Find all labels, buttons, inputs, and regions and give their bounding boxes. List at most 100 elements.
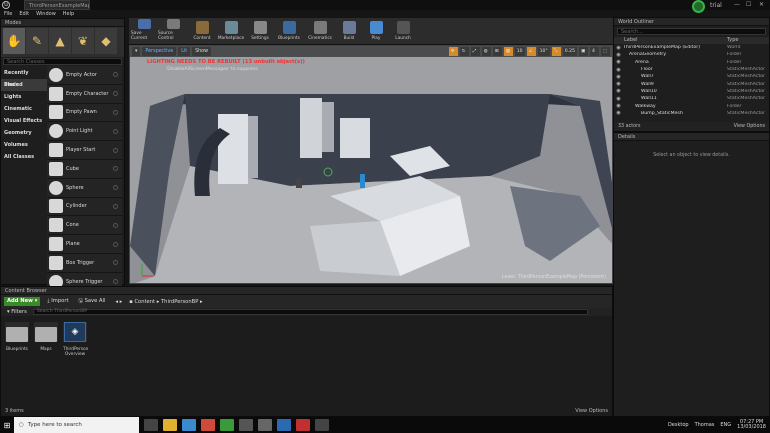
visibility-eye-icon[interactable]: ◉	[614, 110, 623, 116]
perspective-button[interactable]: Perspective	[142, 47, 177, 56]
minimize-button[interactable]: —	[734, 1, 740, 8]
add-new-button[interactable]: Add New ▾	[4, 297, 41, 306]
visibility-eye-icon[interactable]: ◉	[614, 96, 623, 102]
visibility-eye-icon[interactable]: ◉	[614, 52, 623, 58]
visibility-eye-icon[interactable]: ◉	[614, 45, 623, 51]
app-icon[interactable]	[258, 419, 272, 431]
help-icon[interactable]	[113, 91, 118, 97]
menu-edit[interactable]: Edit	[19, 10, 29, 18]
trial-badge-icon[interactable]	[692, 0, 705, 13]
marketplace-button[interactable]: Marketplace	[216, 19, 246, 43]
actor-item[interactable]: Cylinder	[47, 197, 122, 217]
menu-help[interactable]: Help	[63, 10, 74, 18]
outliner-row[interactable]: ◉ Floor StaticMeshActor	[614, 66, 769, 73]
import-button[interactable]: ⤓ Import	[44, 298, 71, 305]
show-button[interactable]: Show	[192, 47, 212, 56]
save-current-button[interactable]: Save Current	[131, 19, 157, 43]
app-icon[interactable]	[277, 419, 291, 431]
xbox-icon[interactable]	[220, 419, 234, 431]
outliner-row[interactable]: ◉ ArenaGeometry Folder	[614, 51, 769, 58]
task-view-icon[interactable]	[144, 419, 158, 431]
level-tab[interactable]: ThirdPersonExampleMap	[24, 0, 90, 10]
help-icon[interactable]	[113, 260, 118, 266]
camera-speed-icon[interactable]: ▣	[579, 47, 588, 56]
asset-item-overview[interactable]: ◈ ThirdPerson Overview	[63, 322, 88, 357]
help-icon[interactable]	[113, 147, 118, 153]
rotate-icon[interactable]: ↻	[459, 47, 469, 56]
maximize-viewport-icon[interactable]: ⬚	[601, 47, 610, 56]
scale-snap-value[interactable]: 0.25	[562, 47, 577, 56]
actor-item[interactable]: Cone	[47, 216, 122, 236]
type-column-header[interactable]: Type	[727, 37, 769, 44]
visibility-eye-icon[interactable]: ◉	[614, 67, 623, 73]
actor-item[interactable]: Empty Pawn	[47, 103, 122, 123]
outliner-row[interactable]: ◉ ThirdPersonExampleMap (Editor) World	[614, 44, 769, 51]
visibility-eye-icon[interactable]: ◉	[614, 59, 623, 65]
help-icon[interactable]	[113, 222, 118, 228]
class-search-input[interactable]: Search Classes	[3, 58, 122, 65]
breadcrumb-thirdpersonbp[interactable]: ThirdPersonBP	[161, 299, 198, 305]
unreal-logo-icon[interactable]: u	[2, 1, 10, 9]
help-icon[interactable]	[113, 109, 118, 115]
actor-item[interactable]: Empty Character	[47, 84, 122, 104]
app-icon[interactable]	[239, 419, 253, 431]
outliner-row[interactable]: ◉ Wall10 StaticMeshActor	[614, 88, 769, 95]
outliner-row[interactable]: ◉ Bump_StaticMesh StaticMeshActor	[614, 110, 769, 117]
geometry-mode-icon[interactable]: ◆	[95, 28, 117, 54]
angle-snap-icon[interactable]: ∠	[526, 47, 536, 56]
actor-item[interactable]: Sphere	[47, 178, 122, 198]
category-basic[interactable]: Basic	[1, 79, 47, 91]
launch-button[interactable]: Launch	[390, 19, 416, 43]
visibility-eye-icon[interactable]: ◉	[614, 88, 623, 94]
desktop-toolbar[interactable]: Desktop	[668, 422, 689, 428]
save-all-button[interactable]: 🖫 Save All	[76, 297, 109, 306]
actor-item[interactable]: Cube	[47, 159, 122, 179]
place-mode-icon[interactable]: ✋	[3, 28, 25, 54]
category-visual-effects[interactable]: Visual Effects	[1, 115, 47, 127]
help-icon[interactable]	[113, 203, 118, 209]
world-icon[interactable]: ◍	[481, 47, 491, 56]
camera-speed-value[interactable]: 4	[590, 47, 599, 56]
menu-window[interactable]: Window	[36, 10, 56, 18]
help-icon[interactable]	[113, 72, 118, 78]
viewport-menu-button[interactable]: ▾	[132, 47, 141, 56]
asset-item-blueprints[interactable]: Blueprints	[5, 322, 29, 357]
content-search-input[interactable]: Search ThirdPersonBP	[32, 309, 588, 315]
asset-item-maps[interactable]: Maps	[34, 322, 58, 357]
actor-item[interactable]: Box Trigger	[47, 253, 122, 273]
actor-item[interactable]: Point Light	[47, 122, 122, 142]
visibility-eye-icon[interactable]: ◉	[614, 103, 623, 109]
outliner-row[interactable]: ◉ Wall7 StaticMeshActor	[614, 73, 769, 80]
category-geometry[interactable]: Geometry	[1, 127, 47, 139]
breadcrumb-content[interactable]: Content	[134, 299, 155, 305]
category-volumes[interactable]: Volumes	[1, 139, 47, 151]
settings-button[interactable]: Settings	[247, 19, 273, 43]
actor-item[interactable]: Plane	[47, 235, 122, 254]
history-back-icon[interactable]: ◂ ▸	[112, 299, 125, 305]
level-viewport[interactable]: ▾ Perspective Lit Show ✥ ↻ ⤢ ◍ ⊞ ▦ 10 ∠ …	[129, 45, 613, 284]
lit-button[interactable]: Lit	[178, 47, 191, 56]
outliner-row[interactable]: ◉ Wall11 StaticMeshActor	[614, 95, 769, 102]
clock[interactable]: 07:27 PM 13/03/2018	[737, 420, 766, 430]
scale-icon[interactable]: ⤢	[470, 47, 480, 56]
category-lights[interactable]: Lights	[1, 91, 47, 103]
chrome-icon[interactable]	[201, 419, 215, 431]
angle-snap-value[interactable]: 10°	[537, 47, 550, 56]
grid-snap-value[interactable]: 10	[514, 47, 525, 56]
unreal-taskbar-icon[interactable]	[315, 419, 329, 431]
visibility-eye-icon[interactable]: ◉	[614, 74, 623, 80]
taskbar-search[interactable]: ○ Type here to search	[14, 417, 139, 433]
content-button[interactable]: Content	[189, 19, 215, 43]
filters-button[interactable]: ▾ Filters	[4, 309, 30, 315]
user-name[interactable]: Thomas	[695, 422, 715, 428]
help-icon[interactable]	[113, 185, 118, 191]
foliage-mode-icon[interactable]: ❦	[72, 28, 94, 54]
file-explorer-icon[interactable]	[163, 419, 177, 431]
category-recently-placed[interactable]: Recently Placed	[1, 67, 47, 88]
grid-snap-icon[interactable]: ▦	[503, 47, 513, 56]
outliner-search-input[interactable]: Search...	[617, 28, 766, 35]
menu-file[interactable]: File	[4, 10, 12, 18]
maximize-button[interactable]: ☐	[746, 1, 751, 8]
help-icon[interactable]	[113, 279, 118, 285]
category-cinematic[interactable]: Cinematic	[1, 103, 47, 115]
